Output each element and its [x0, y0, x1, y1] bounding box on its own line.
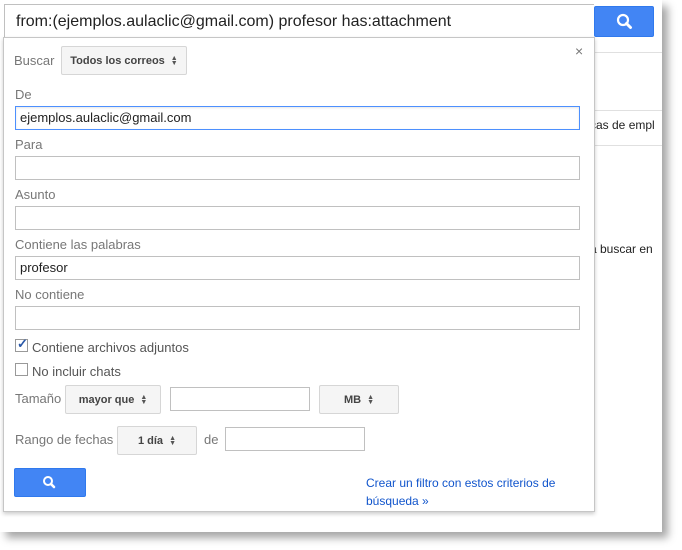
advanced-search-button[interactable] [14, 468, 86, 497]
size-value-field[interactable] [170, 387, 310, 411]
up-down-arrows-icon: ▲ ▼ [367, 393, 375, 406]
size-operator-value: mayor que [78, 393, 135, 406]
advanced-search-panel: × Buscar Todos los correos ▲ ▼ De ejemplo… [3, 37, 595, 512]
email-list-background [594, 0, 662, 532]
search-icon [43, 476, 56, 489]
de-fecha-label: de [204, 432, 219, 447]
size-operator-select[interactable]: mayor que ▲ ▼ [65, 385, 161, 414]
background-snippet: cas de empl [590, 118, 655, 132]
search-button[interactable] [594, 6, 654, 37]
checkmark-icon: ✓ [17, 336, 28, 351]
close-icon[interactable]: × [575, 43, 583, 59]
para-label: Para [15, 137, 43, 152]
search-scope-value: Todos los correos [70, 54, 165, 67]
rango-label: Rango de fechas [15, 432, 114, 447]
adjuntos-checkbox[interactable]: ✓ [15, 336, 28, 352]
up-down-arrows-icon: ▲ ▼ [169, 434, 176, 447]
search-icon [616, 13, 632, 29]
size-unit-value: MB [343, 393, 362, 406]
divider [594, 110, 662, 111]
date-range-value: 1 día [137, 434, 164, 447]
window: cas de empl a buscar en from:(ejemplos.a… [0, 0, 662, 532]
no-chats-label: No incluir chats [32, 364, 121, 379]
de-field[interactable]: ejemplos.aulaclic@gmail.com [15, 106, 580, 130]
divider [594, 145, 662, 146]
up-down-arrows-icon: ▲ ▼ [140, 393, 148, 406]
no-chats-checkbox[interactable] [15, 363, 28, 376]
asunto-field[interactable] [15, 206, 580, 230]
no-contiene-field[interactable] [15, 306, 580, 330]
size-unit-select[interactable]: MB ▲ ▼ [319, 385, 399, 414]
no-contiene-label: No contiene [15, 287, 85, 302]
up-down-arrows-icon: ▲ ▼ [170, 54, 178, 67]
tamano-label: Tamaño [15, 391, 62, 406]
adjuntos-label: Contiene archivos adjuntos [32, 340, 189, 355]
date-field[interactable] [225, 427, 365, 451]
contiene-label: Contiene las palabras [15, 237, 141, 252]
divider [594, 52, 662, 53]
para-field[interactable] [15, 156, 580, 180]
buscar-label: Buscar [14, 53, 55, 68]
create-filter-link[interactable]: Crear un filtro con estos criterios de b… [366, 474, 586, 510]
de-label: De [15, 87, 32, 102]
contiene-field[interactable]: profesor [15, 256, 580, 280]
asunto-label: Asunto [15, 187, 56, 202]
search-input[interactable]: from:(ejemplos.aulaclic@gmail.com) profe… [4, 4, 594, 38]
background-snippet: a buscar en [590, 242, 653, 256]
search-query-text: from:(ejemplos.aulaclic@gmail.com) profe… [16, 13, 452, 30]
date-range-select[interactable]: 1 día ▲ ▼ [117, 426, 197, 455]
search-scope-select[interactable]: Todos los correos ▲ ▼ [61, 46, 187, 75]
